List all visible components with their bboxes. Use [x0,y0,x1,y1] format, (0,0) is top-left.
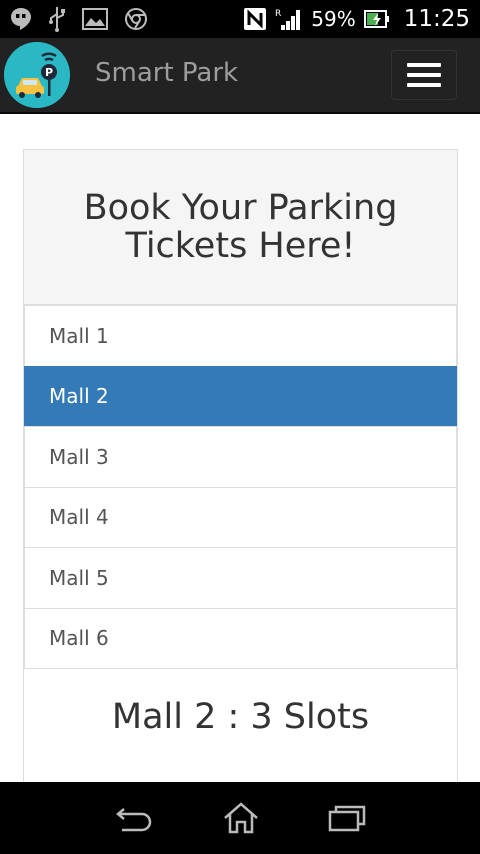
gallery-icon [82,8,108,30]
battery-percent: 59% [311,7,356,31]
hamburger-menu-icon[interactable] [391,50,457,100]
recent-apps-icon[interactable] [328,804,366,832]
roaming-indicator: R [275,9,281,19]
svg-text:P: P [45,66,53,79]
mall-list: Mall 1 Mall 2 Mall 3 Mall 4 Mall 5 Mall 6 [24,305,457,669]
hangouts-icon [10,7,32,31]
home-icon[interactable] [222,801,260,835]
mall-item-6[interactable]: Mall 6 [24,607,457,669]
page-title: Book Your Parking Tickets Here! [83,188,398,266]
mall-item-4[interactable]: Mall 4 [24,486,457,548]
slots-info: Mall 2 : 3 Slots [111,697,370,737]
system-nav-bar [0,782,480,854]
back-icon[interactable] [114,803,154,833]
mall-item-3[interactable]: Mall 3 [24,426,457,488]
booking-panel: Book Your Parking Tickets Here! Mall 1 Ma… [23,149,458,789]
usb-icon [48,6,66,32]
panel-heading: Book Your Parking Tickets Here! [24,150,457,305]
status-bar: R 59% 11:25 [0,0,480,38]
mall-item-1[interactable]: Mall 1 [24,305,457,367]
battery-charging-icon [363,9,390,29]
chrome-icon [124,7,148,31]
parking-car-icon[interactable]: P [4,42,70,108]
signal-icon: R [275,7,303,31]
menu-bar [407,63,441,67]
menu-bar [407,73,441,77]
navbar: P Smart Park [0,38,480,114]
clock: 11:25 [403,6,470,32]
menu-bar [407,83,441,87]
brand-name[interactable]: Smart Park [95,58,238,88]
mall-item-5[interactable]: Mall 5 [24,547,457,609]
nfc-icon [243,7,267,31]
mall-item-2[interactable]: Mall 2 [24,365,457,427]
